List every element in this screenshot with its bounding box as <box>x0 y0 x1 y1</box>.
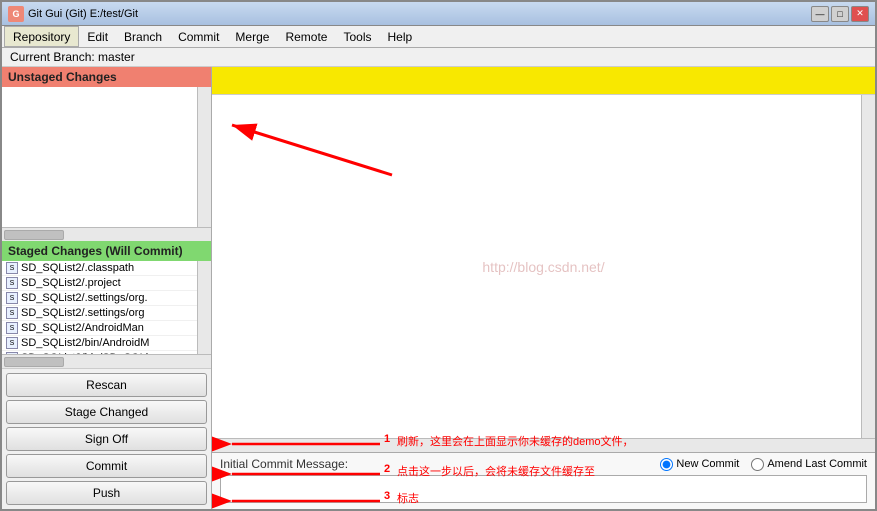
commit-message-label: Initial Commit Message: <box>220 457 348 471</box>
title-bar: G Git Gui (Git) E:/test/Git — □ ✕ <box>2 2 875 26</box>
diff-yellow-bar <box>212 67 875 95</box>
app-icon: G <box>8 6 24 22</box>
commit-radio-group: New Commit Amend Last Commit <box>660 458 867 471</box>
staged-file-name: SD_SQList2/bin/AndroidM <box>21 337 149 349</box>
menu-repository[interactable]: Repository <box>4 26 79 47</box>
staged-scrollbar-h[interactable] <box>2 354 211 368</box>
staged-list-item[interactable]: SSD_SQList2/bin/SD_SQLi= <box>2 351 211 354</box>
annotation-area <box>220 475 867 505</box>
staged-scrollbar-v[interactable] <box>197 261 211 354</box>
staged-list-item[interactable]: SSD_SQList2/bin/AndroidM <box>2 336 211 351</box>
staged-list-item[interactable]: SSD_SQList2/.classpath <box>2 261 211 276</box>
minimize-button[interactable]: — <box>811 6 829 22</box>
file-icon: S <box>6 292 18 304</box>
diff-scrollbar-v[interactable] <box>861 95 875 438</box>
file-icon: S <box>6 277 18 289</box>
staged-file-name: SD_SQList2/bin/SD_SQLi= <box>21 352 155 354</box>
staged-header: Staged Changes (Will Commit) <box>2 241 211 261</box>
menu-bar: Repository Edit Branch Commit Merge Remo… <box>2 26 875 48</box>
rescan-button[interactable]: Rescan <box>6 373 207 397</box>
staged-file-name: SD_SQList2/AndroidMan <box>21 322 144 334</box>
file-icon: S <box>6 322 18 334</box>
maximize-button[interactable]: □ <box>831 6 849 22</box>
staged-list[interactable]: SSD_SQList2/.classpathSSD_SQList2/.proje… <box>2 261 211 354</box>
menu-help[interactable]: Help <box>379 26 420 47</box>
menu-tools[interactable]: Tools <box>335 26 379 47</box>
diff-area[interactable]: http://blog.csdn.net/ <box>212 95 875 438</box>
staged-list-item[interactable]: SSD_SQList2/AndroidMan <box>2 321 211 336</box>
staged-list-item[interactable]: SSD_SQList2/.settings/org. <box>2 291 211 306</box>
staged-file-name: SD_SQList2/.settings/org. <box>21 292 148 304</box>
left-panel: Unstaged Changes Staged Changes (Will Co… <box>2 67 212 509</box>
unstaged-header: Unstaged Changes <box>2 67 211 87</box>
menu-commit[interactable]: Commit <box>170 26 227 47</box>
staged-file-name: SD_SQList2/.project <box>21 277 121 289</box>
commit-header-row: Initial Commit Message: New Commit Amend… <box>220 457 867 471</box>
menu-edit[interactable]: Edit <box>79 26 116 47</box>
arrow-overlay <box>212 95 875 438</box>
buttons-area: Rescan Stage Changed Sign Off Commit Pus… <box>2 368 211 509</box>
staged-list-item[interactable]: SSD_SQList2/.project <box>2 276 211 291</box>
push-button[interactable]: Push <box>6 481 207 505</box>
diff-scrollbar-h[interactable] <box>212 438 875 452</box>
staged-file-name: SD_SQList2/.settings/org <box>21 307 145 319</box>
sign-off-button[interactable]: Sign Off <box>6 427 207 451</box>
staged-scrollbar-thumb <box>4 357 64 367</box>
window-title: Git Gui (Git) E:/test/Git <box>28 8 138 20</box>
radio-new-commit[interactable]: New Commit <box>660 458 739 471</box>
menu-merge[interactable]: Merge <box>227 26 277 47</box>
radio-amend-commit[interactable]: Amend Last Commit <box>751 458 867 471</box>
unstaged-scrollbar-v[interactable] <box>197 87 211 227</box>
file-icon: S <box>6 262 18 274</box>
file-icon: S <box>6 337 18 349</box>
commit-section: Initial Commit Message: New Commit Amend… <box>212 452 875 509</box>
menu-remote[interactable]: Remote <box>277 26 335 47</box>
title-bar-left: G Git Gui (Git) E:/test/Git <box>8 6 138 22</box>
staged-list-item[interactable]: SSD_SQList2/.settings/org <box>2 306 211 321</box>
main-content: Unstaged Changes Staged Changes (Will Co… <box>2 67 875 509</box>
commit-message-input[interactable] <box>220 475 867 503</box>
file-icon: S <box>6 352 18 354</box>
window-controls: — □ ✕ <box>811 6 869 22</box>
unstaged-scrollbar-h[interactable] <box>2 227 211 241</box>
right-panel: http://blog.csdn.net/ Initial C <box>212 67 875 509</box>
main-window: G Git Gui (Git) E:/test/Git — □ ✕ Reposi… <box>0 0 877 511</box>
stage-changed-button[interactable]: Stage Changed <box>6 400 207 424</box>
staged-file-name: SD_SQList2/.classpath <box>21 262 134 274</box>
close-button[interactable]: ✕ <box>851 6 869 22</box>
unstaged-scrollbar-thumb <box>4 230 64 240</box>
unstaged-area[interactable] <box>2 87 211 227</box>
file-icon: S <box>6 307 18 319</box>
menu-branch[interactable]: Branch <box>116 26 170 47</box>
branch-status: Current Branch: master <box>2 48 875 67</box>
commit-button[interactable]: Commit <box>6 454 207 478</box>
watermark: http://blog.csdn.net/ <box>482 259 604 275</box>
